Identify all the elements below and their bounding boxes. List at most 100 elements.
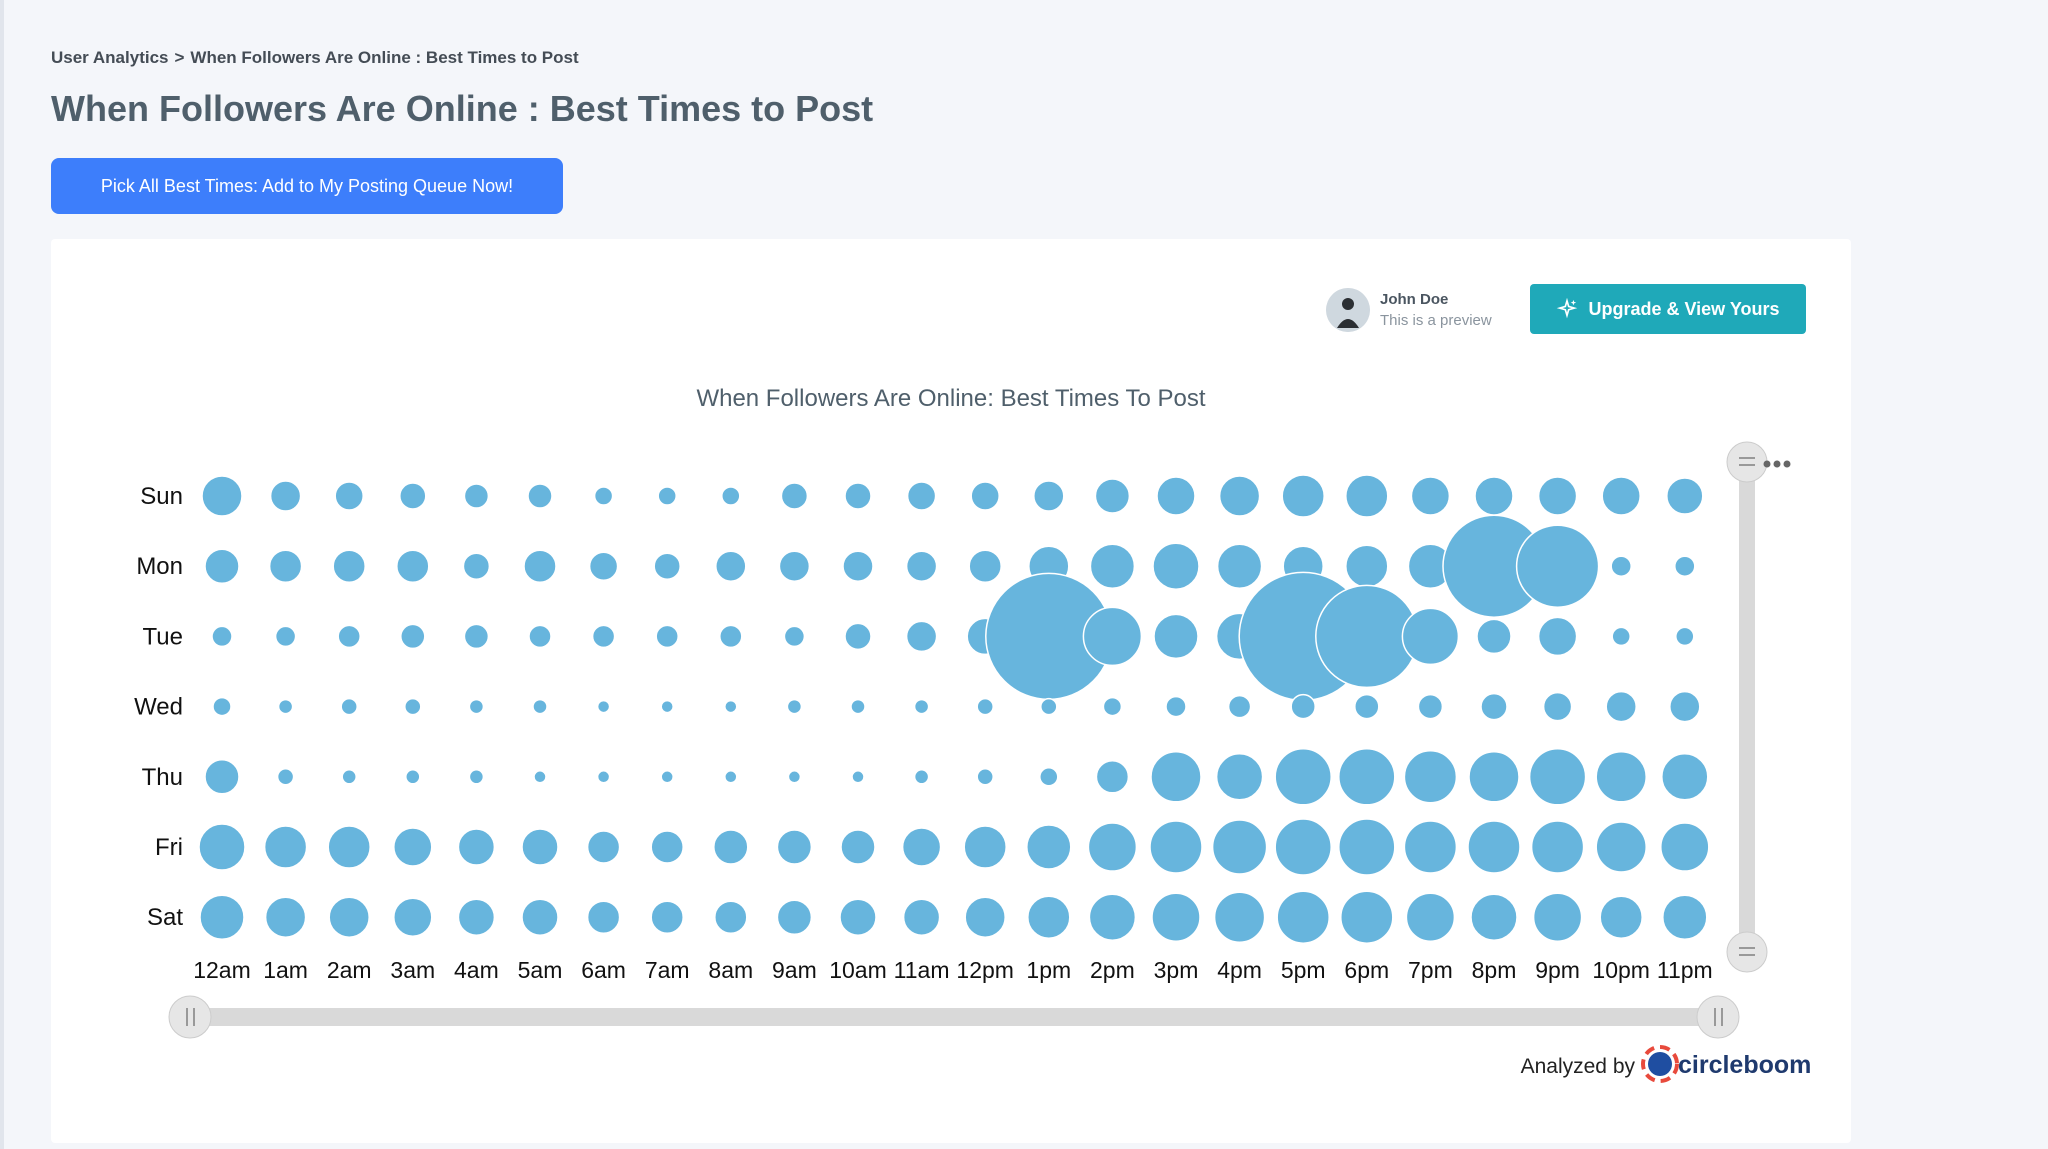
bubble-point[interactable]: [724, 699, 738, 714]
bubble-point[interactable]: [905, 550, 938, 582]
bubble-point[interactable]: [204, 759, 240, 795]
bubble-point[interactable]: [1530, 820, 1585, 874]
bubble-point[interactable]: [844, 482, 872, 510]
bubble-point[interactable]: [201, 475, 243, 517]
bubble-point[interactable]: [523, 549, 557, 583]
bubble-point[interactable]: [586, 900, 621, 934]
bubble-point[interactable]: [844, 622, 872, 651]
bubble-point[interactable]: [1417, 693, 1444, 720]
bubble-point[interactable]: [1281, 474, 1325, 518]
bubble-point[interactable]: [905, 620, 938, 653]
bubble-point[interactable]: [913, 698, 930, 715]
bubble-point[interactable]: [1276, 890, 1330, 944]
bubble-point[interactable]: [269, 480, 302, 512]
vertical-scroll-handle-top[interactable]: [1726, 441, 1768, 483]
bubble-point[interactable]: [457, 828, 496, 866]
bubble-point[interactable]: [1227, 694, 1252, 719]
bubble-point[interactable]: [839, 898, 877, 936]
bubble-point[interactable]: [1403, 750, 1458, 804]
bubble-point[interactable]: [650, 900, 684, 934]
bubble-point[interactable]: [1274, 748, 1332, 806]
bubble-point[interactable]: [1290, 693, 1316, 720]
bubble-point[interactable]: [657, 486, 677, 506]
bubble-point[interactable]: [596, 699, 611, 714]
vertical-scroll-handle-bottom[interactable]: [1726, 931, 1768, 973]
bubble-point[interactable]: [842, 550, 874, 582]
bubble-point[interactable]: [212, 696, 232, 717]
bubble-point[interactable]: [276, 768, 295, 786]
bubble-point[interactable]: [1405, 892, 1456, 942]
bubble-point[interactable]: [653, 552, 681, 580]
bubble-point[interactable]: [1089, 543, 1136, 589]
bubble-point[interactable]: [1027, 895, 1071, 939]
bubble-point[interactable]: [1674, 555, 1696, 577]
bubble-point[interactable]: [840, 829, 876, 865]
bubble-point[interactable]: [399, 482, 427, 510]
bubble-point[interactable]: [901, 827, 942, 867]
bubble-point[interactable]: [1338, 748, 1396, 806]
bubble-point[interactable]: [340, 697, 358, 716]
bubble-point[interactable]: [334, 481, 364, 511]
bubble-point[interactable]: [198, 823, 246, 871]
bubble-point[interactable]: [913, 769, 930, 785]
bubble-point[interactable]: [1601, 476, 1641, 516]
bubble-point[interactable]: [463, 623, 490, 650]
bubble-point[interactable]: [719, 624, 743, 649]
bubble-point[interactable]: [596, 770, 611, 784]
bubble-point[interactable]: [715, 550, 747, 582]
bubble-point[interactable]: [1087, 822, 1138, 872]
bubble-point[interactable]: [1599, 895, 1643, 939]
bubble-point[interactable]: [462, 552, 491, 580]
bubble-point[interactable]: [1401, 607, 1460, 666]
bubble-point[interactable]: [1537, 476, 1578, 516]
bubble-point[interactable]: [1595, 751, 1647, 803]
bubble-point[interactable]: [1149, 820, 1203, 874]
horizontal-scrollbar-track[interactable]: [190, 1008, 1718, 1026]
bubble-point[interactable]: [593, 486, 614, 506]
bubble-point[interactable]: [1662, 894, 1708, 940]
bubble-point[interactable]: [851, 770, 865, 784]
bubble-point[interactable]: [1094, 478, 1131, 514]
bubble-point[interactable]: [337, 624, 361, 649]
bubble-point[interactable]: [404, 697, 422, 716]
bubble-point[interactable]: [776, 899, 813, 935]
bubble-point[interactable]: [1595, 821, 1647, 873]
bubble-point[interactable]: [521, 828, 559, 866]
bubble-point[interactable]: [1338, 818, 1396, 876]
bubble-point[interactable]: [1666, 477, 1704, 515]
bubble-point[interactable]: [713, 829, 749, 865]
bubble-point[interactable]: [396, 549, 430, 583]
bubble-point[interactable]: [457, 898, 496, 936]
bubble-point[interactable]: [786, 698, 803, 715]
bubble-point[interactable]: [778, 550, 811, 582]
bubble-point[interactable]: [1274, 818, 1332, 876]
bubble-point[interactable]: [783, 625, 806, 648]
bubble-point[interactable]: [1611, 626, 1631, 647]
bubble-point[interactable]: [1215, 753, 1264, 801]
bubble-point[interactable]: [1153, 613, 1199, 660]
bubble-point[interactable]: [902, 898, 941, 936]
bubble-point[interactable]: [1660, 822, 1710, 872]
bubble-point[interactable]: [1095, 760, 1130, 794]
bubble-point[interactable]: [1213, 891, 1266, 943]
bubble-point[interactable]: [964, 896, 1006, 938]
bubble-point[interactable]: [400, 623, 426, 650]
bubble-point[interactable]: [1165, 695, 1187, 718]
bubble-point[interactable]: [906, 481, 937, 511]
bubble-point[interactable]: [714, 900, 748, 934]
bubble-point[interactable]: [327, 825, 371, 869]
bubble-point[interactable]: [591, 624, 616, 649]
bubble-point[interactable]: [963, 825, 1007, 869]
bubble-point[interactable]: [1218, 475, 1261, 517]
bubble-point[interactable]: [1470, 893, 1518, 941]
bubble-point[interactable]: [586, 830, 621, 864]
bubble-point[interactable]: [199, 894, 245, 940]
bubble-point[interactable]: [1033, 480, 1065, 512]
bubble-point[interactable]: [976, 697, 994, 716]
bubble-point[interactable]: [393, 827, 433, 867]
bubble-point[interactable]: [328, 896, 370, 938]
bubble-point[interactable]: [1542, 691, 1573, 722]
horizontal-scroll-handle-right[interactable]: [1696, 995, 1740, 1039]
bubble-point[interactable]: [405, 769, 421, 785]
bubble-point[interactable]: [1468, 751, 1520, 803]
